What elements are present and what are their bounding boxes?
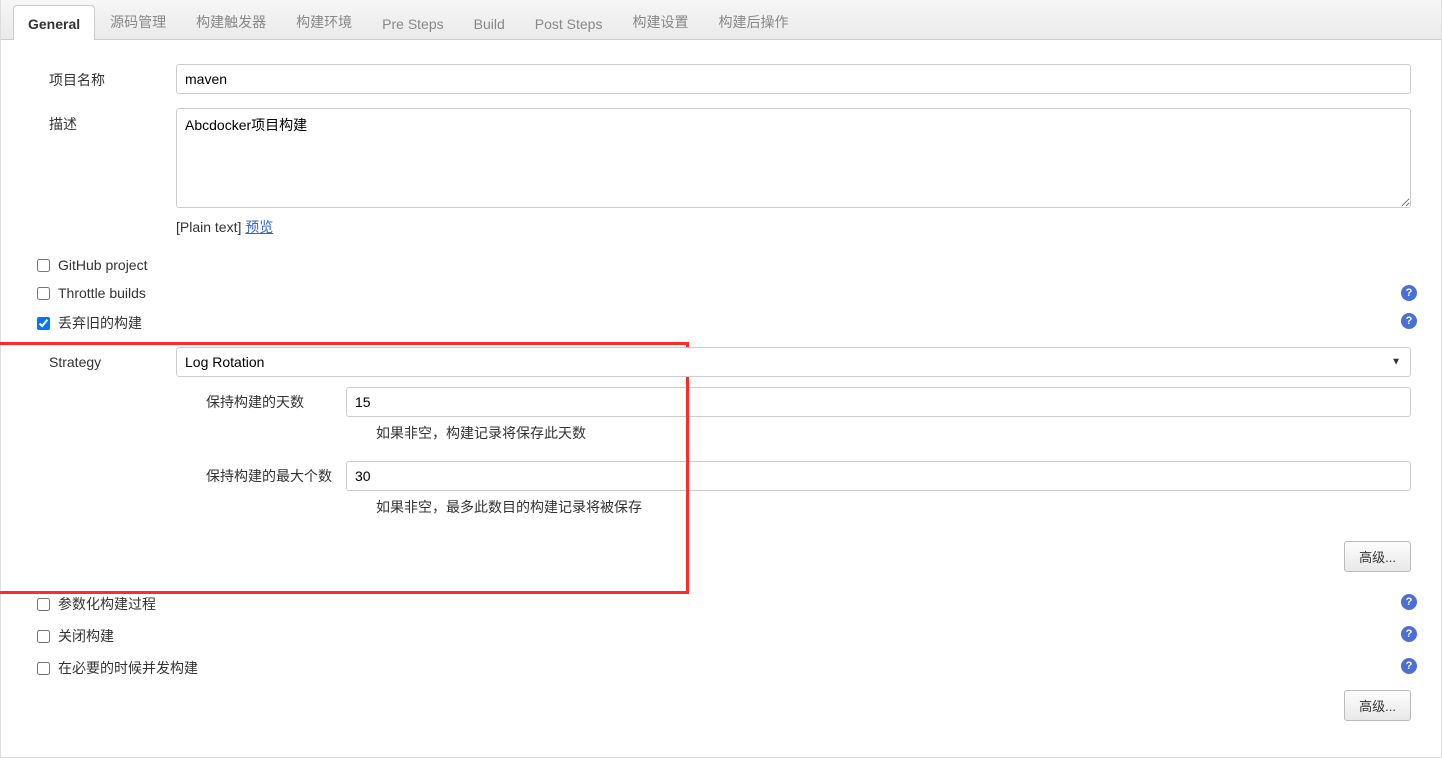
project-name-label: 项目名称 <box>31 64 176 90</box>
parameterized-label[interactable]: 参数化构建过程 <box>58 594 156 614</box>
tab-scm[interactable]: 源码管理 <box>95 1 181 40</box>
help-icon[interactable]: ? <box>1401 594 1417 610</box>
throttle-builds-label[interactable]: Throttle builds <box>58 285 146 301</box>
help-icon[interactable]: ? <box>1401 658 1417 674</box>
keep-max-hint: 如果非空，最多此数目的构建记录将被保存 <box>376 497 1411 517</box>
project-name-input[interactable] <box>176 64 1411 94</box>
plaintext-label: [Plain text] <box>176 219 241 235</box>
keep-max-input[interactable] <box>346 461 1411 491</box>
help-icon[interactable]: ? <box>1401 285 1417 301</box>
keep-max-label: 保持构建的最大个数 <box>176 466 346 486</box>
description-textarea[interactable] <box>176 108 1411 208</box>
discard-old-builds-label[interactable]: 丢弃旧的构建 <box>58 313 142 333</box>
strategy-label: Strategy <box>31 354 176 370</box>
keep-days-hint: 如果非空，构建记录将保存此天数 <box>376 423 1411 443</box>
tab-build[interactable]: Build <box>459 5 520 40</box>
tab-presteps[interactable]: Pre Steps <box>367 5 458 40</box>
config-tabbar: General 源码管理 构建触发器 构建环境 Pre Steps Build … <box>1 0 1441 40</box>
tab-general[interactable]: General <box>13 5 95 40</box>
github-project-checkbox[interactable] <box>37 259 50 272</box>
advanced-button[interactable]: 高级... <box>1344 690 1411 721</box>
tab-env[interactable]: 构建环境 <box>281 1 367 40</box>
throttle-builds-checkbox[interactable] <box>37 287 50 300</box>
discard-old-builds-checkbox[interactable] <box>37 317 50 330</box>
parameterized-checkbox[interactable] <box>37 598 50 611</box>
advanced-button[interactable]: 高级... <box>1344 541 1411 572</box>
concurrent-checkbox[interactable] <box>37 662 50 675</box>
keep-days-input[interactable] <box>346 387 1411 417</box>
disable-build-checkbox[interactable] <box>37 630 50 643</box>
tab-poststeps[interactable]: Post Steps <box>520 5 618 40</box>
concurrent-label[interactable]: 在必要的时候并发构建 <box>58 658 198 678</box>
description-label: 描述 <box>31 108 176 134</box>
strategy-select[interactable]: Log Rotation <box>176 347 1411 377</box>
disable-build-label[interactable]: 关闭构建 <box>58 626 114 646</box>
tab-triggers[interactable]: 构建触发器 <box>181 1 281 40</box>
help-icon[interactable]: ? <box>1401 626 1417 642</box>
tab-buildsettings[interactable]: 构建设置 <box>617 1 703 40</box>
keep-days-label: 保持构建的天数 <box>176 392 346 412</box>
help-icon[interactable]: ? <box>1401 313 1417 329</box>
general-panel: 项目名称 描述 [Plain text] 预览 GitHub project T… <box>1 40 1441 757</box>
tab-postactions[interactable]: 构建后操作 <box>703 1 803 40</box>
preview-link[interactable]: 预览 <box>245 219 273 235</box>
github-project-label[interactable]: GitHub project <box>58 257 147 273</box>
